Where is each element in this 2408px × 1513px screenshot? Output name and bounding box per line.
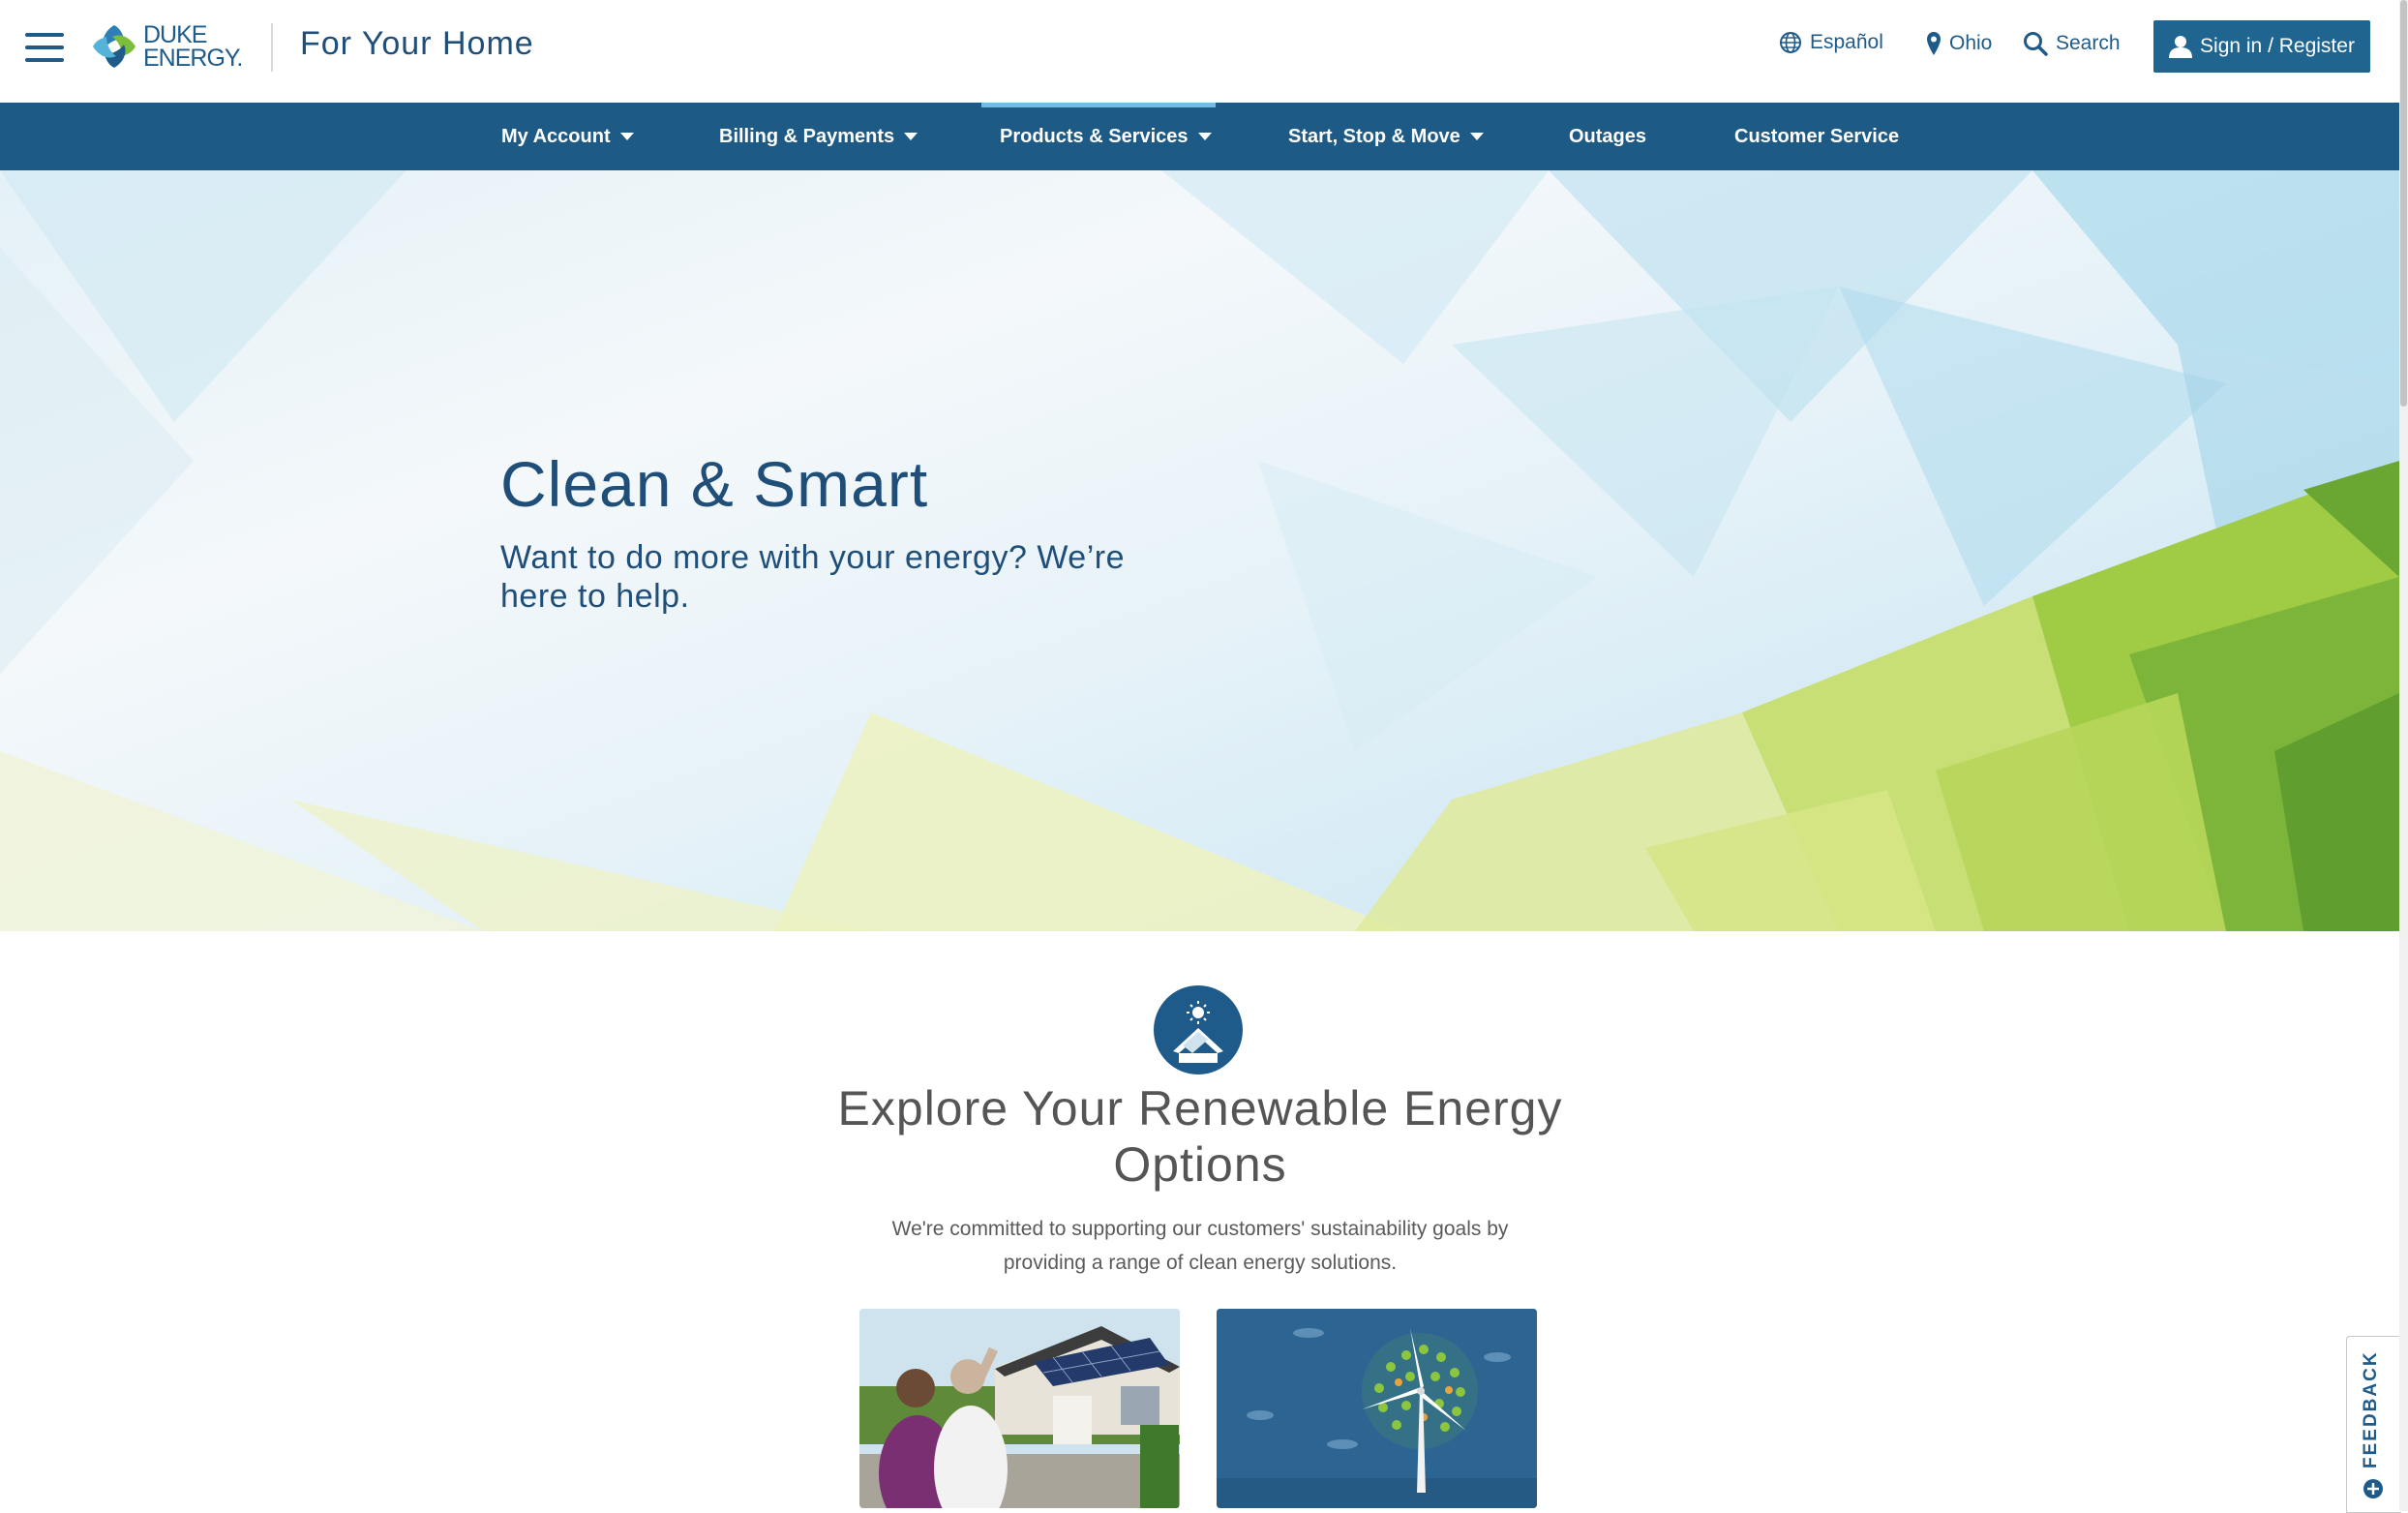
feedback-label: FEEDBACK (2361, 1350, 2381, 1468)
explore-title: Explore Your Renewable Energy Options (837, 1081, 1563, 1192)
search-icon (2024, 32, 2048, 56)
nav-customer-service[interactable]: Customer Service (1734, 103, 1899, 170)
menu-icon[interactable] (25, 33, 64, 62)
hero-background-illustration (0, 170, 2399, 931)
location-label: Ohio (1949, 32, 1993, 54)
wind-energy-card[interactable] (1217, 1309, 1537, 1508)
caret-down-icon (619, 133, 634, 140)
page-scrollbar[interactable] (2399, 0, 2408, 1511)
main-nav: My Account Billing & Payments Products &… (0, 103, 2399, 170)
language-label: Español (1810, 31, 1883, 53)
caret-down-icon (1469, 133, 1484, 140)
location-link[interactable]: Ohio (1926, 31, 1992, 56)
logo-mark-icon (93, 25, 135, 68)
nav-outages[interactable]: Outages (1569, 103, 1646, 170)
globe-icon (1780, 32, 1801, 53)
search-label: Search (2056, 32, 2121, 54)
solar-house-icon (1154, 985, 1243, 1074)
duke-energy-logo[interactable]: DUKE ENERGY. (89, 21, 243, 72)
nav-products-services[interactable]: Products & Services (1000, 103, 1212, 170)
nav-label: Products & Services (1000, 125, 1189, 147)
search-link[interactable]: Search (2023, 31, 2121, 56)
logo-text-line1: DUKE (143, 21, 207, 48)
header-divider (271, 23, 273, 72)
map-pin-icon (1927, 32, 1941, 55)
user-icon (2169, 36, 2193, 58)
sign-in-button[interactable]: Sign in / Register (2153, 20, 2370, 73)
explore-description: We're committed to supporting our custom… (891, 1218, 1509, 1274)
solar-home-card[interactable] (859, 1309, 1180, 1508)
hero-title: Clean & Smart (500, 448, 929, 520)
nav-start-stop-move[interactable]: Start, Stop & Move (1288, 103, 1484, 170)
caret-down-icon (904, 133, 918, 140)
nav-my-account[interactable]: My Account (501, 103, 634, 170)
feedback-tab[interactable]: FEEDBACK (2346, 1336, 2401, 1513)
nav-billing-payments[interactable]: Billing & Payments (719, 103, 918, 170)
logo-text-line2: ENERGY. (143, 45, 243, 72)
nav-active-indicator (981, 103, 1216, 107)
scrollbar-thumb[interactable] (2400, 0, 2407, 407)
solar-home-photo (859, 1309, 1180, 1508)
hero-subtitle: Want to do more with your energy? We’re … (500, 539, 1125, 615)
nav-label: Customer Service (1734, 125, 1900, 147)
hero-banner: Clean & Smart Want to do more with your … (0, 170, 2399, 931)
language-link[interactable]: Español (1779, 31, 1883, 54)
nav-label: Outages (1569, 125, 1647, 147)
plus-circle-icon (2363, 1479, 2383, 1498)
nav-label: Billing & Payments (719, 125, 895, 147)
site-header: DUKE ENERGY. For Your Home Español Ohio … (0, 0, 2399, 103)
section-title[interactable]: For Your Home (300, 25, 534, 63)
sign-in-label: Sign in / Register (2200, 35, 2355, 57)
wind-turbine-illustration (1217, 1309, 1537, 1508)
caret-down-icon (1197, 133, 1212, 140)
nav-label: Start, Stop & Move (1288, 125, 1460, 147)
nav-label: My Account (501, 125, 611, 147)
